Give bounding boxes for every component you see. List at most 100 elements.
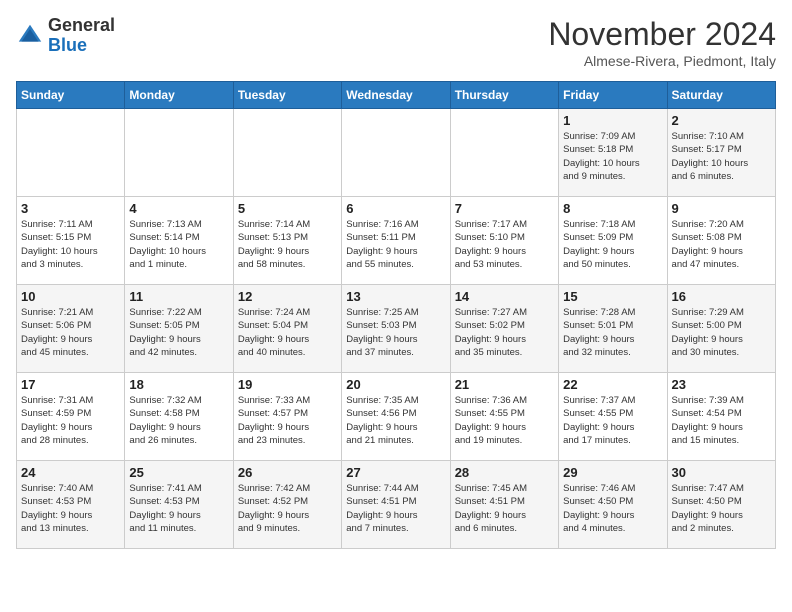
day-info: Sunrise: 7:40 AM Sunset: 4:53 PM Dayligh… xyxy=(21,482,120,535)
day-cell: 20 Sunrise: 7:35 AM Sunset: 4:56 PM Dayli… xyxy=(342,373,450,461)
day-cell: 22 Sunrise: 7:37 AM Sunset: 4:55 PM Dayli… xyxy=(559,373,667,461)
logo-blue-text: Blue xyxy=(48,35,87,55)
day-info: Sunrise: 7:47 AM Sunset: 4:50 PM Dayligh… xyxy=(672,482,771,535)
day-number: 28 xyxy=(455,465,554,480)
day-info: Sunrise: 7:33 AM Sunset: 4:57 PM Dayligh… xyxy=(238,394,337,447)
day-info: Sunrise: 7:11 AM Sunset: 5:15 PM Dayligh… xyxy=(21,218,120,271)
day-info: Sunrise: 7:17 AM Sunset: 5:10 PM Dayligh… xyxy=(455,218,554,271)
header-cell-saturday: Saturday xyxy=(667,82,775,109)
day-info: Sunrise: 7:14 AM Sunset: 5:13 PM Dayligh… xyxy=(238,218,337,271)
day-cell: 28 Sunrise: 7:45 AM Sunset: 4:51 PM Dayli… xyxy=(450,461,558,549)
day-number: 4 xyxy=(129,201,228,216)
day-cell xyxy=(342,109,450,197)
location-text: Almese-Rivera, Piedmont, Italy xyxy=(548,53,776,69)
day-number: 19 xyxy=(238,377,337,392)
day-info: Sunrise: 7:35 AM Sunset: 4:56 PM Dayligh… xyxy=(346,394,445,447)
day-number: 23 xyxy=(672,377,771,392)
day-cell: 12Sunrise: 7:24 AM Sunset: 5:04 PM Dayli… xyxy=(233,285,341,373)
day-cell xyxy=(233,109,341,197)
page-header: General Blue November 2024 Almese-Rivera… xyxy=(16,16,776,69)
header-cell-wednesday: Wednesday xyxy=(342,82,450,109)
day-info: Sunrise: 7:20 AM Sunset: 5:08 PM Dayligh… xyxy=(672,218,771,271)
day-info: Sunrise: 7:46 AM Sunset: 4:50 PM Dayligh… xyxy=(563,482,662,535)
day-cell: 29Sunrise: 7:46 AM Sunset: 4:50 PM Dayli… xyxy=(559,461,667,549)
header-cell-tuesday: Tuesday xyxy=(233,82,341,109)
day-number: 20 xyxy=(346,377,445,392)
day-cell xyxy=(17,109,125,197)
day-info: Sunrise: 7:21 AM Sunset: 5:06 PM Dayligh… xyxy=(21,306,120,359)
day-number: 17 xyxy=(21,377,120,392)
day-number: 3 xyxy=(21,201,120,216)
day-cell: 23 Sunrise: 7:39 AM Sunset: 4:54 PM Dayli… xyxy=(667,373,775,461)
day-number: 11 xyxy=(129,289,228,304)
day-number: 1 xyxy=(563,113,662,128)
day-number: 16 xyxy=(672,289,771,304)
day-number: 22 xyxy=(563,377,662,392)
header-cell-friday: Friday xyxy=(559,82,667,109)
day-number: 13 xyxy=(346,289,445,304)
day-cell xyxy=(450,109,558,197)
day-number: 24 xyxy=(21,465,120,480)
day-number: 30 xyxy=(672,465,771,480)
day-info: Sunrise: 7:22 AM Sunset: 5:05 PM Dayligh… xyxy=(129,306,228,359)
day-cell: 25Sunrise: 7:41 AM Sunset: 4:53 PM Dayli… xyxy=(125,461,233,549)
month-title: November 2024 xyxy=(548,16,776,53)
day-cell: 4 Sunrise: 7:13 AM Sunset: 5:14 PM Daylig… xyxy=(125,197,233,285)
day-number: 26 xyxy=(238,465,337,480)
day-cell: 19 Sunrise: 7:33 AM Sunset: 4:57 PM Dayli… xyxy=(233,373,341,461)
week-row-5: 24 Sunrise: 7:40 AM Sunset: 4:53 PM Dayli… xyxy=(17,461,776,549)
day-number: 5 xyxy=(238,201,337,216)
day-info: Sunrise: 7:18 AM Sunset: 5:09 PM Dayligh… xyxy=(563,218,662,271)
day-cell: 9 Sunrise: 7:20 AM Sunset: 5:08 PM Daylig… xyxy=(667,197,775,285)
day-number: 6 xyxy=(346,201,445,216)
day-info: Sunrise: 7:39 AM Sunset: 4:54 PM Dayligh… xyxy=(672,394,771,447)
day-info: Sunrise: 7:25 AM Sunset: 5:03 PM Dayligh… xyxy=(346,306,445,359)
day-info: Sunrise: 7:16 AM Sunset: 5:11 PM Dayligh… xyxy=(346,218,445,271)
day-number: 2 xyxy=(672,113,771,128)
day-cell: 6 Sunrise: 7:16 AM Sunset: 5:11 PM Daylig… xyxy=(342,197,450,285)
day-info: Sunrise: 7:13 AM Sunset: 5:14 PM Dayligh… xyxy=(129,218,228,271)
day-info: Sunrise: 7:42 AM Sunset: 4:52 PM Dayligh… xyxy=(238,482,337,535)
day-info: Sunrise: 7:45 AM Sunset: 4:51 PM Dayligh… xyxy=(455,482,554,535)
day-info: Sunrise: 7:32 AM Sunset: 4:58 PM Dayligh… xyxy=(129,394,228,447)
day-cell: 30 Sunrise: 7:47 AM Sunset: 4:50 PM Dayli… xyxy=(667,461,775,549)
day-info: Sunrise: 7:31 AM Sunset: 4:59 PM Dayligh… xyxy=(21,394,120,447)
day-info: Sunrise: 7:29 AM Sunset: 5:00 PM Dayligh… xyxy=(672,306,771,359)
title-block: November 2024 Almese-Rivera, Piedmont, I… xyxy=(548,16,776,69)
day-cell: 16 Sunrise: 7:29 AM Sunset: 5:00 PM Dayli… xyxy=(667,285,775,373)
header-cell-thursday: Thursday xyxy=(450,82,558,109)
day-cell: 8Sunrise: 7:18 AM Sunset: 5:09 PM Daylig… xyxy=(559,197,667,285)
day-info: Sunrise: 7:44 AM Sunset: 4:51 PM Dayligh… xyxy=(346,482,445,535)
day-cell: 13 Sunrise: 7:25 AM Sunset: 5:03 PM Dayli… xyxy=(342,285,450,373)
day-cell: 11 Sunrise: 7:22 AM Sunset: 5:05 PM Dayli… xyxy=(125,285,233,373)
day-cell: 2 Sunrise: 7:10 AM Sunset: 5:17 PM Daylig… xyxy=(667,109,775,197)
day-number: 21 xyxy=(455,377,554,392)
day-info: Sunrise: 7:28 AM Sunset: 5:01 PM Dayligh… xyxy=(563,306,662,359)
calendar-header: SundayMondayTuesdayWednesdayThursdayFrid… xyxy=(17,82,776,109)
calendar-table: SundayMondayTuesdayWednesdayThursdayFrid… xyxy=(16,81,776,549)
header-row: SundayMondayTuesdayWednesdayThursdayFrid… xyxy=(17,82,776,109)
day-cell: 15Sunrise: 7:28 AM Sunset: 5:01 PM Dayli… xyxy=(559,285,667,373)
day-info: Sunrise: 7:09 AM Sunset: 5:18 PM Dayligh… xyxy=(563,130,662,183)
day-cell: 21 Sunrise: 7:36 AM Sunset: 4:55 PM Dayli… xyxy=(450,373,558,461)
day-number: 10 xyxy=(21,289,120,304)
day-info: Sunrise: 7:27 AM Sunset: 5:02 PM Dayligh… xyxy=(455,306,554,359)
day-number: 9 xyxy=(672,201,771,216)
week-row-3: 10 Sunrise: 7:21 AM Sunset: 5:06 PM Dayli… xyxy=(17,285,776,373)
day-cell: 1 Sunrise: 7:09 AM Sunset: 5:18 PM Daylig… xyxy=(559,109,667,197)
week-row-4: 17 Sunrise: 7:31 AM Sunset: 4:59 PM Dayli… xyxy=(17,373,776,461)
day-info: Sunrise: 7:36 AM Sunset: 4:55 PM Dayligh… xyxy=(455,394,554,447)
day-info: Sunrise: 7:37 AM Sunset: 4:55 PM Dayligh… xyxy=(563,394,662,447)
calendar-body: 1 Sunrise: 7:09 AM Sunset: 5:18 PM Daylig… xyxy=(17,109,776,549)
day-number: 12 xyxy=(238,289,337,304)
day-cell xyxy=(125,109,233,197)
day-info: Sunrise: 7:10 AM Sunset: 5:17 PM Dayligh… xyxy=(672,130,771,183)
logo-general-text: General xyxy=(48,15,115,35)
day-number: 18 xyxy=(129,377,228,392)
day-cell: 7Sunrise: 7:17 AM Sunset: 5:10 PM Daylig… xyxy=(450,197,558,285)
day-number: 14 xyxy=(455,289,554,304)
day-cell: 24 Sunrise: 7:40 AM Sunset: 4:53 PM Dayli… xyxy=(17,461,125,549)
day-cell: 10 Sunrise: 7:21 AM Sunset: 5:06 PM Dayli… xyxy=(17,285,125,373)
logo: General Blue xyxy=(16,16,115,56)
day-number: 27 xyxy=(346,465,445,480)
